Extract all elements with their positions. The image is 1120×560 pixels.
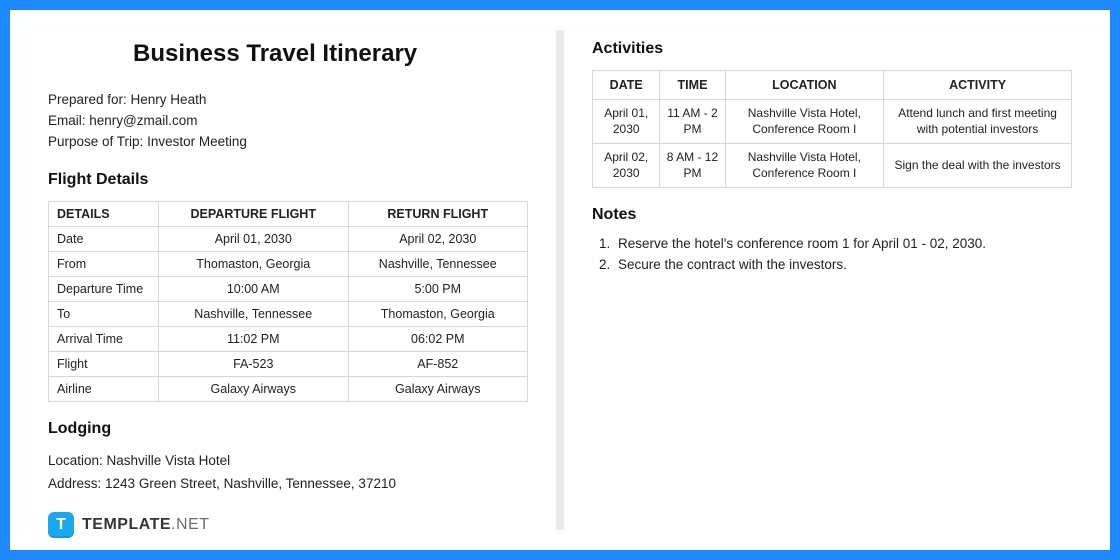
table-cell: 10:00 AM [159, 276, 349, 301]
table-cell: April 02, 2030 [593, 144, 660, 188]
lodging-heading: Lodging [48, 420, 528, 438]
table-row: FlightFA-523AF-852 [49, 351, 528, 376]
table-row: AirlineGalaxy AirwaysGalaxy Airways [49, 376, 528, 401]
lodging-address-label: Address: [48, 476, 105, 491]
email-label: Email: [48, 113, 89, 128]
flight-header-row: DETAILS DEPARTURE FLIGHT RETURN FLIGHT [49, 201, 528, 226]
table-cell: Attend lunch and first meeting with pote… [884, 100, 1072, 144]
notes-heading: Notes [592, 206, 1072, 224]
lodging-address-line: Address: 1243 Green Street, Nashville, T… [48, 473, 528, 496]
table-cell: From [49, 251, 159, 276]
table-cell: Nashville Vista Hotel, Conference Room I [725, 144, 884, 188]
watermark-light: .NET [171, 516, 209, 533]
table-cell: 11 AM - 2 PM [660, 100, 725, 144]
table-cell: April 02, 2030 [348, 226, 527, 251]
watermark-badge: T [48, 512, 74, 538]
watermark-bold: TEMPLATE [82, 516, 171, 533]
list-item: Reserve the hotel's conference room 1 fo… [614, 236, 1072, 251]
table-cell: Galaxy Airways [348, 376, 527, 401]
flight-table: DETAILS DEPARTURE FLIGHT RETURN FLIGHT D… [48, 201, 528, 402]
table-row: ToNashville, TennesseeThomaston, Georgia [49, 301, 528, 326]
table-cell: April 01, 2030 [159, 226, 349, 251]
table-cell: Thomaston, Georgia [348, 301, 527, 326]
table-row: Arrival Time11:02 PM06:02 PM [49, 326, 528, 351]
meta-block: Prepared for: Henry Heath Email: henry@z… [48, 90, 528, 153]
table-row: April 02, 20308 AM - 12 PMNashville Vist… [593, 144, 1072, 188]
activities-header-row: DATE TIME LOCATION ACTIVITY [593, 71, 1072, 100]
purpose-value: Investor Meeting [147, 134, 247, 149]
email-value: henry@zmail.com [89, 113, 197, 128]
table-row: FromThomaston, GeorgiaNashville, Tenness… [49, 251, 528, 276]
purpose-line: Purpose of Trip: Investor Meeting [48, 132, 528, 153]
table-cell: AF-852 [348, 351, 527, 376]
flight-header-departure: DEPARTURE FLIGHT [159, 201, 349, 226]
activities-table: DATE TIME LOCATION ACTIVITY April 01, 20… [592, 70, 1072, 188]
flight-header-details: DETAILS [49, 201, 159, 226]
flight-header-return: RETURN FLIGHT [348, 201, 527, 226]
list-item: Secure the contract with the investors. [614, 257, 1072, 272]
table-cell: Departure Time [49, 276, 159, 301]
lodging-address-value: 1243 Green Street, Nashville, Tennessee,… [105, 476, 396, 491]
column-divider [556, 30, 564, 530]
watermark: T TEMPLATE.NET [48, 512, 209, 538]
table-cell: Flight [49, 351, 159, 376]
activities-header-date: DATE [593, 71, 660, 100]
table-cell: 11:02 PM [159, 326, 349, 351]
table-row: DateApril 01, 2030April 02, 2030 [49, 226, 528, 251]
table-cell: Thomaston, Georgia [159, 251, 349, 276]
page-title: Business Travel Itinerary [133, 40, 528, 68]
activities-header-activity: ACTIVITY [884, 71, 1072, 100]
watermark-text: TEMPLATE.NET [82, 516, 209, 534]
table-cell: 8 AM - 12 PM [660, 144, 725, 188]
table-cell: To [49, 301, 159, 326]
activities-header-time: TIME [660, 71, 725, 100]
lodging-location-line: Location: Nashville Vista Hotel [48, 450, 528, 473]
prepared-for-value: Henry Heath [131, 92, 207, 107]
table-cell: FA-523 [159, 351, 349, 376]
notes-list: Reserve the hotel's conference room 1 fo… [592, 236, 1072, 272]
table-cell: Nashville, Tennessee [159, 301, 349, 326]
table-cell: Arrival Time [49, 326, 159, 351]
email-line: Email: henry@zmail.com [48, 111, 528, 132]
lodging-location-value: Nashville Vista Hotel [107, 453, 231, 468]
table-row: April 01, 203011 AM - 2 PMNashville Vist… [593, 100, 1072, 144]
table-cell: Sign the deal with the investors [884, 144, 1072, 188]
purpose-label: Purpose of Trip: [48, 134, 147, 149]
document-page: Business Travel Itinerary Prepared for: … [10, 10, 1110, 550]
activities-heading: Activities [592, 40, 1072, 58]
prepared-for-line: Prepared for: Henry Heath [48, 90, 528, 111]
table-cell: April 01, 2030 [593, 100, 660, 144]
table-cell: Airline [49, 376, 159, 401]
table-cell: Galaxy Airways [159, 376, 349, 401]
right-column: Activities DATE TIME LOCATION ACTIVITY A… [564, 10, 1110, 550]
table-cell: Date [49, 226, 159, 251]
activities-header-location: LOCATION [725, 71, 884, 100]
prepared-for-label: Prepared for: [48, 92, 131, 107]
lodging-location-label: Location: [48, 453, 107, 468]
table-cell: Nashville Vista Hotel, Conference Room I [725, 100, 884, 144]
flight-heading: Flight Details [48, 171, 528, 189]
table-row: Departure Time10:00 AM5:00 PM [49, 276, 528, 301]
left-column: Business Travel Itinerary Prepared for: … [10, 10, 556, 550]
table-cell: 5:00 PM [348, 276, 527, 301]
table-cell: Nashville, Tennessee [348, 251, 527, 276]
table-cell: 06:02 PM [348, 326, 527, 351]
